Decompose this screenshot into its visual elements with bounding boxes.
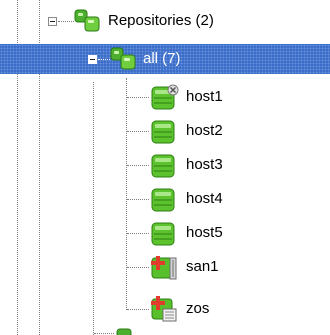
tree-row-host[interactable]: host3 bbox=[0, 152, 330, 178]
host-icon bbox=[151, 120, 175, 144]
repository-group-icon bbox=[116, 328, 132, 335]
host-icon bbox=[151, 188, 175, 212]
tree-row-host[interactable]: host1 bbox=[0, 84, 330, 110]
tree-label: Repositories (2) bbox=[108, 12, 214, 29]
repository-group-icon bbox=[74, 9, 100, 32]
tree-row-repositories[interactable]: Repositories (2) bbox=[0, 8, 330, 34]
tree-connector bbox=[127, 165, 149, 166]
tree-connector bbox=[58, 21, 74, 22]
tree-connector bbox=[127, 267, 149, 268]
repository-tree: Repositories (2) all (7) host1 host2 hos… bbox=[0, 0, 330, 335]
repository-group-icon bbox=[110, 47, 136, 70]
tree-row-host[interactable]: host2 bbox=[0, 118, 330, 144]
host-icon bbox=[151, 222, 175, 246]
host-disconnected-icon bbox=[151, 84, 179, 110]
tree-label: host3 bbox=[186, 156, 223, 173]
host-icon bbox=[151, 154, 175, 178]
tree-connector bbox=[127, 131, 149, 132]
tree-connector bbox=[127, 97, 149, 98]
collapse-toggle[interactable] bbox=[88, 55, 97, 64]
tree-row-host[interactable]: host5 bbox=[0, 220, 330, 246]
tree-connector bbox=[127, 199, 149, 200]
tree-label: host4 bbox=[186, 190, 223, 207]
tree-label: host2 bbox=[186, 122, 223, 139]
zos-icon bbox=[151, 296, 177, 322]
tree-row-host[interactable]: host4 bbox=[0, 186, 330, 212]
tree-label: san1 bbox=[186, 258, 219, 275]
san-icon bbox=[151, 256, 177, 280]
tree-row-zos[interactable]: zos bbox=[0, 294, 330, 322]
tree-label: host1 bbox=[186, 88, 223, 105]
tree-label: zos bbox=[186, 300, 210, 317]
tree-connector bbox=[98, 59, 110, 60]
tree-label: host5 bbox=[186, 224, 223, 241]
tree-connector bbox=[127, 309, 149, 310]
tree-connector bbox=[127, 233, 149, 234]
tree-label: all (7) bbox=[143, 50, 181, 67]
collapse-toggle[interactable] bbox=[48, 17, 57, 26]
tree-row-all[interactable]: all (7) bbox=[0, 44, 330, 74]
tree-connector bbox=[94, 333, 114, 334]
tree-row-san[interactable]: san1 bbox=[0, 254, 330, 280]
